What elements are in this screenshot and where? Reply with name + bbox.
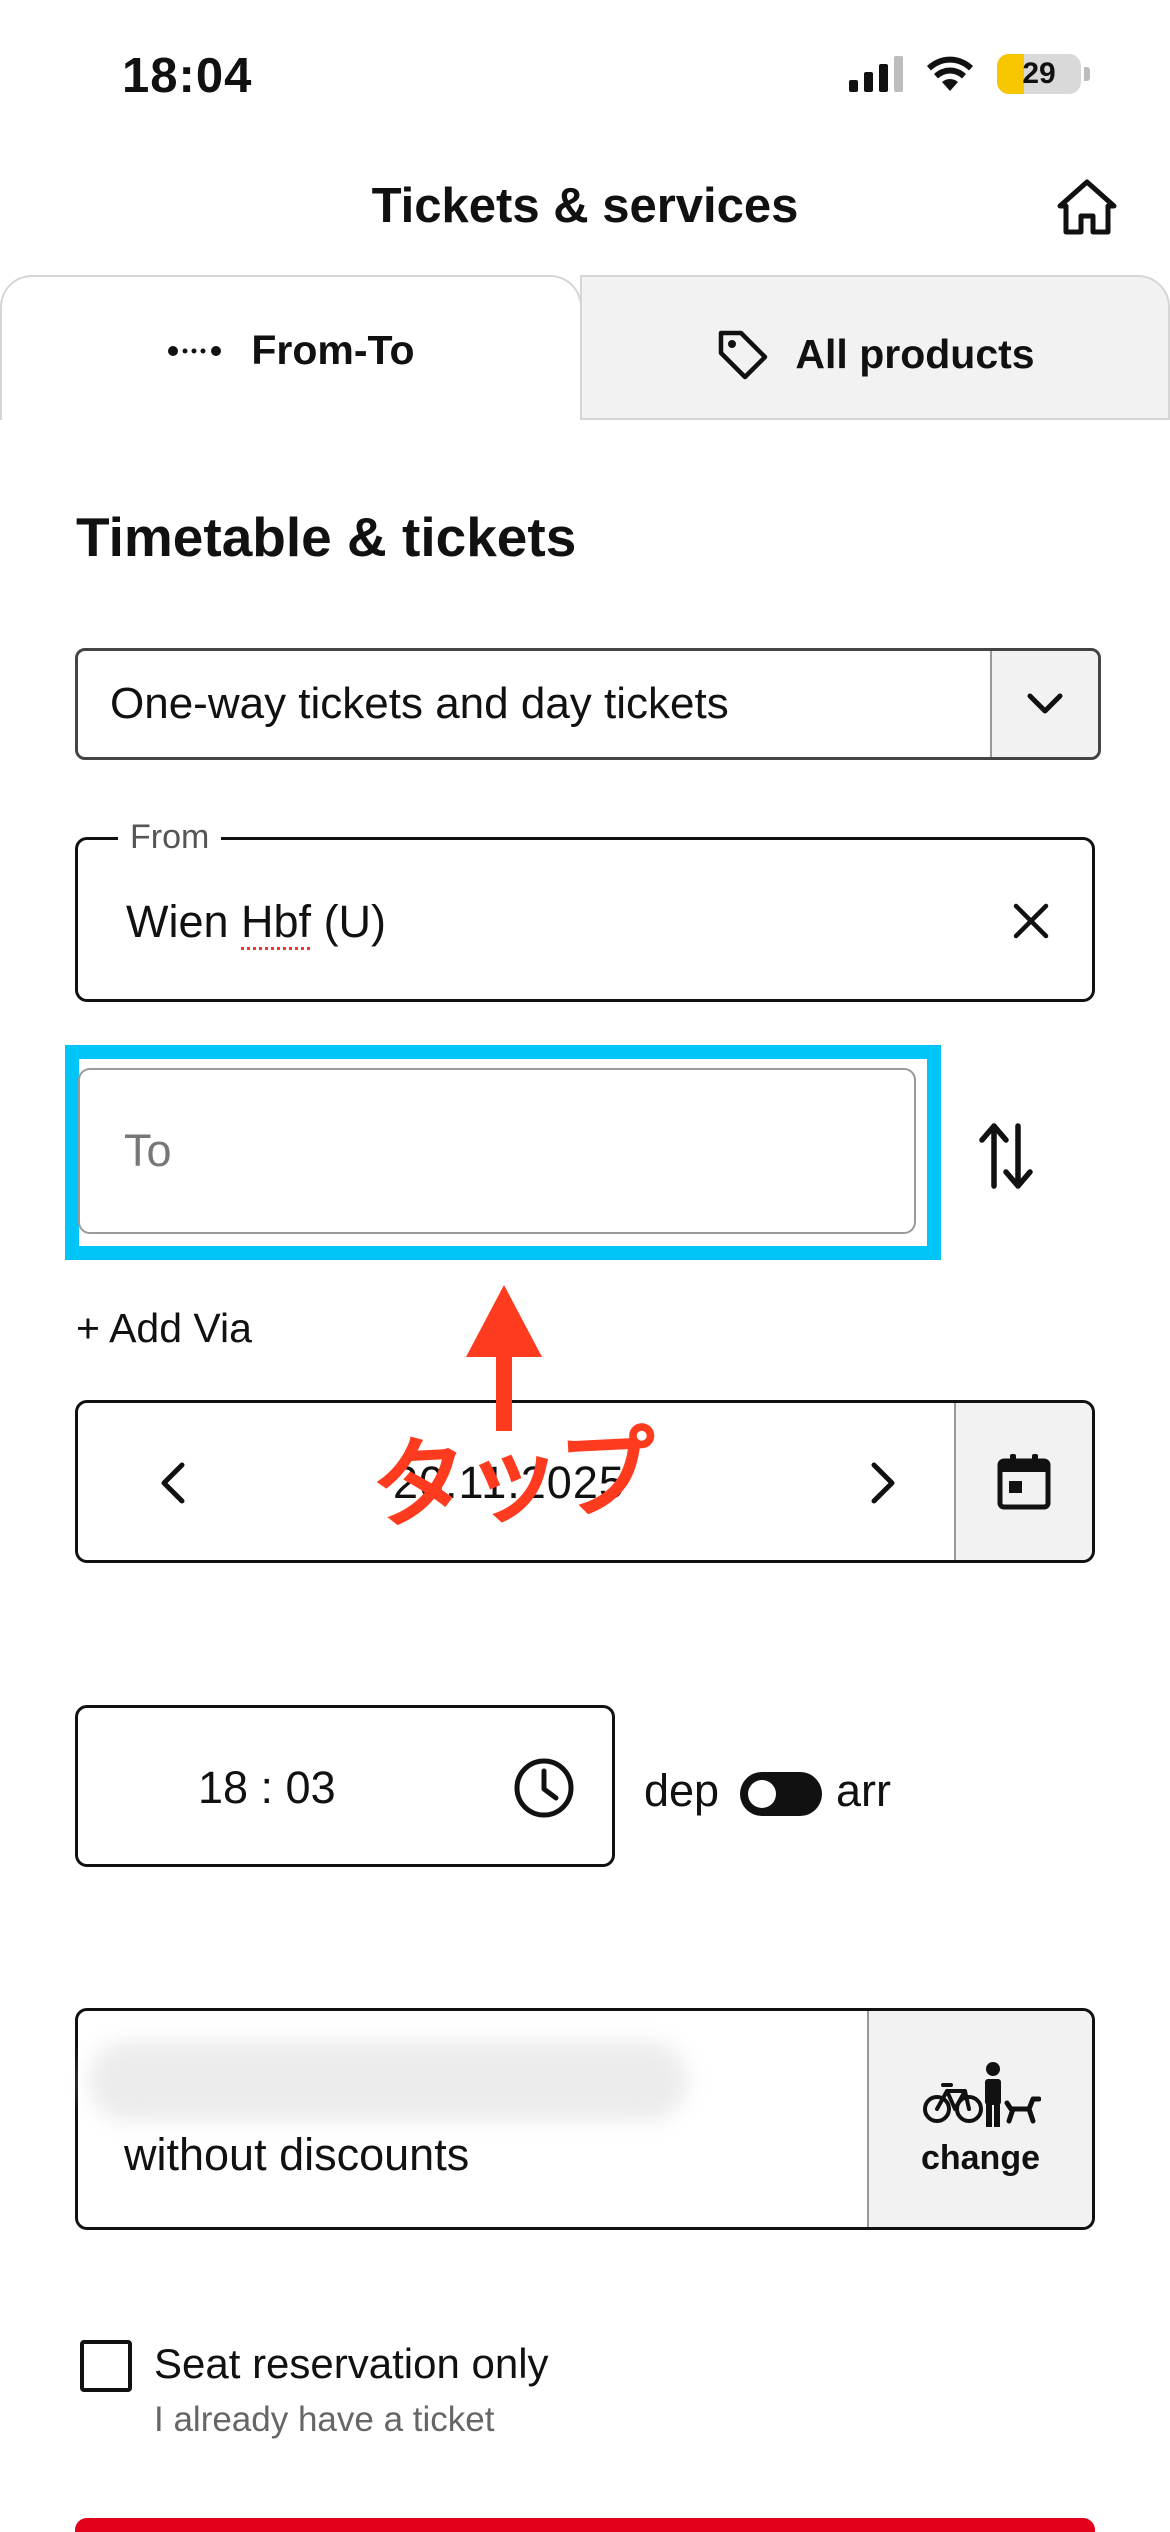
search-button[interactable] [75, 2518, 1095, 2532]
swap-direction-icon[interactable] [974, 1120, 1038, 1192]
tickets-screen: 18:04 29 Tickets & services From-To All … [0, 0, 1170, 2532]
page-title: Tickets & services [371, 179, 799, 233]
wifi-icon [927, 56, 973, 91]
clear-icon[interactable] [1006, 896, 1056, 946]
passenger-selector[interactable]: without discounts change [75, 2008, 1095, 2230]
arrival-label: arr [836, 1765, 891, 1816]
battery-level: 29 [1022, 57, 1056, 90]
seat-reservation-label[interactable]: Seat reservation only [154, 2340, 549, 2388]
change-label: change [920, 2138, 1041, 2177]
calendar-icon [997, 1453, 1051, 1509]
time-value: 18 : 03 [198, 1762, 336, 1813]
route-dots-icon [168, 345, 222, 356]
tab-label: From-To [251, 327, 415, 373]
add-via-button[interactable]: + Add Via [76, 1305, 252, 1352]
from-field[interactable]: From Wien Hbf (U) [75, 818, 1095, 1002]
chevron-right-icon[interactable] [858, 1453, 908, 1513]
section-title: Timetable & tickets [76, 506, 577, 568]
battery-icon: 29 [997, 54, 1081, 94]
dep-arr-toggle[interactable] [740, 1772, 822, 1816]
ticket-type-select[interactable]: One-way tickets and day tickets [75, 648, 1101, 760]
passengers-bike-dog-icon [922, 2061, 1041, 2127]
clock-icon[interactable] [512, 1756, 576, 1820]
home-icon[interactable] [1056, 176, 1118, 238]
annotation-label: タップ [367, 1415, 656, 1545]
seat-reservation-sublabel: I already have a ticket [154, 2400, 495, 2439]
time-picker[interactable]: 18 : 03 [75, 1705, 615, 1867]
to-input[interactable] [78, 1068, 916, 1234]
change-passengers-button[interactable]: change [867, 2011, 1092, 2227]
chevron-down-icon [1027, 693, 1063, 714]
tag-icon [719, 330, 768, 380]
calendar-button[interactable] [954, 1403, 1092, 1560]
from-value: Wien Hbf (U) [126, 896, 387, 947]
status-time: 18:04 [122, 49, 253, 103]
ticket-type-value: One-way tickets and day tickets [110, 679, 729, 728]
discount-text: without discounts [124, 2129, 470, 2180]
from-label: From [118, 818, 222, 857]
tab-all-products[interactable]: All products [580, 275, 1170, 420]
dropdown-toggle[interactable] [990, 651, 1098, 757]
seat-reservation-checkbox[interactable] [80, 2340, 132, 2392]
signal-icon [849, 56, 903, 92]
blurred-passenger-info [88, 2041, 688, 2121]
departure-label: dep [644, 1765, 720, 1816]
chevron-left-icon[interactable] [148, 1453, 198, 1513]
tab-from-to[interactable]: From-To [0, 275, 582, 420]
tab-label: All products [795, 330, 1035, 377]
status-icons: 29 [849, 54, 1090, 94]
